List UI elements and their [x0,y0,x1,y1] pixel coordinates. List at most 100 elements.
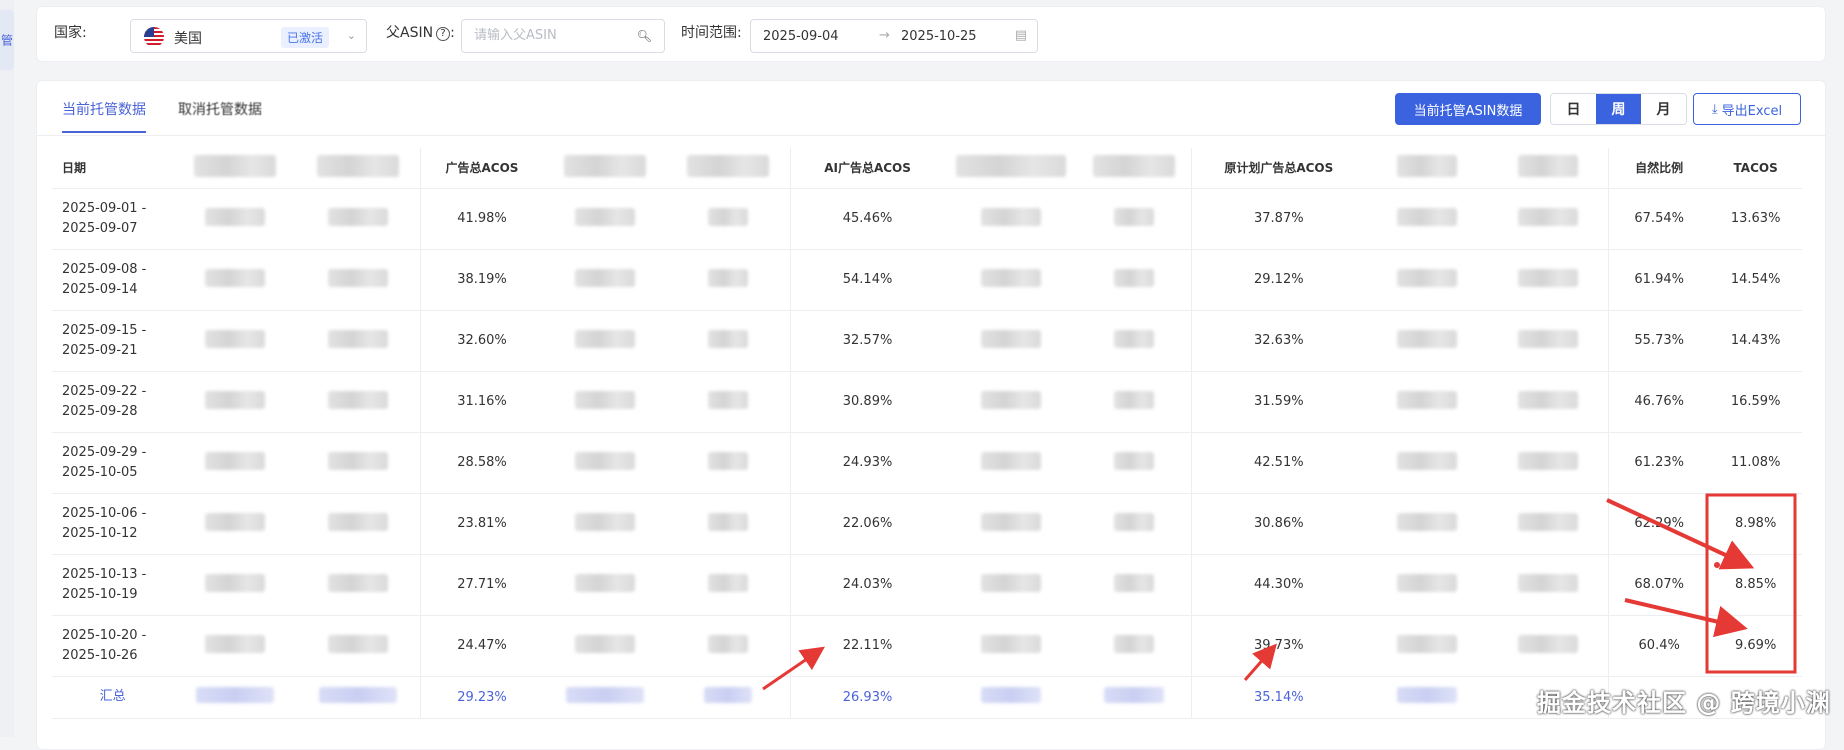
cell-redacted [296,188,421,250]
cell-redacted [944,310,1079,372]
cell-redacted [944,249,1079,311]
country-value: 美国 [174,31,202,47]
cell-redacted [1365,493,1488,555]
cell-ad-acos: 23.81% [419,493,544,555]
redacted-block [575,573,636,592]
cell-natural-ratio: 67.54% [1608,188,1710,250]
cell-ad-acos: 38.19% [419,249,544,311]
parent-asin-input[interactable] [474,28,634,43]
cell-ad-acos: 31.16% [419,371,544,433]
redacted-block [1517,268,1578,287]
cell-redacted [1487,310,1609,372]
header-redacted [1487,148,1609,189]
search-icon[interactable]: 🔍︎ [637,29,652,43]
parent-asin-field[interactable]: 🔍︎ [461,19,665,53]
date-end[interactable]: 2025-10-25 [901,29,977,44]
cell-redacted [296,554,421,616]
redacted-block [205,451,265,470]
cell-redacted [1487,371,1609,433]
calendar-icon[interactable]: ▤ [1015,28,1027,43]
cell-redacted [1078,432,1192,494]
cell-redacted [173,432,297,494]
header-redacted [1078,148,1192,189]
redacted-block [1517,390,1578,409]
sidebar-tab[interactable]: 管 [0,10,14,70]
redacted-block [1114,268,1155,287]
date-start[interactable]: 2025-09-04 [763,29,839,44]
cell-redacted [1365,432,1488,494]
download-icon: ⤓ [1711,101,1718,117]
arrow-right-icon: → [879,28,890,43]
cell-redacted [944,554,1079,616]
cell-redacted [1078,493,1192,555]
weekly-data-table: 日期 广告总ACOS AI广告总ACOS 原计划广告总ACOS 自然比例 TAC… [52,148,1802,719]
cell-redacted [1365,188,1488,250]
period-month-button[interactable]: 月 [1641,94,1686,124]
redacted-block [205,390,265,409]
redacted-block [205,268,265,287]
cell-ad-acos: 27.71% [419,554,544,616]
cell-tacos: 8.98% [1709,493,1802,555]
tab-current-managed[interactable]: 当前托管数据 [62,99,146,133]
cell-redacted [543,188,667,250]
tab-cancelled-managed[interactable]: 取消托管数据 [178,99,262,119]
cell-tacos: 9.69% [1709,615,1802,677]
cell-ad-acos: 41.98% [419,188,544,250]
cell-redacted [1078,554,1192,616]
table-header-row: 日期 广告总ACOS AI广告总ACOS 原计划广告总ACOS 自然比例 TAC… [52,148,1802,189]
cell-redacted [944,676,1079,719]
cell-date: 2025-09-08 - 2025-09-14 [52,249,174,311]
cell-redacted [944,432,1079,494]
table-row: 2025-10-20 - 2025-10-26 24.47% 22.11% 39.73… [52,615,1802,677]
cell-total-orig-acos: 35.14% [1190,676,1366,719]
redacted-block [1517,573,1578,592]
redacted-block [1396,268,1457,287]
redacted-block [575,634,636,653]
redacted-block [981,207,1042,226]
cell-redacted [1365,676,1488,719]
redacted-block [981,268,1042,287]
table-row: 2025-09-01 - 2025-09-07 41.98% 45.46% 37.87… [52,188,1802,250]
cell-ai-acos: 30.89% [789,371,945,433]
period-day-button[interactable]: 日 [1551,94,1596,124]
cell-ad-acos: 32.60% [419,310,544,372]
cell-redacted [1078,371,1192,433]
cell-total-label: 汇总 [52,676,174,719]
redacted-block [708,329,749,348]
country-select[interactable]: 美国 已激活 ⌄ [130,19,367,53]
cell-natural-ratio: 61.94% [1608,249,1710,311]
cell-date: 2025-09-22 - 2025-09-28 [52,371,174,433]
date-range-picker[interactable]: 2025-09-04 → 2025-10-25 ▤ [750,19,1038,53]
redacted-block [196,687,274,703]
cell-redacted [666,554,791,616]
cell-redacted [296,493,421,555]
cell-redacted [173,676,297,719]
table-row: 2025-09-29 - 2025-10-05 28.58% 24.93% 42.51… [52,432,1802,494]
redacted-block [194,155,276,178]
chevron-down-icon: ⌄ [346,29,356,42]
cell-redacted [543,310,667,372]
export-excel-button[interactable]: ⤓ 导出Excel [1693,93,1801,125]
redacted-block [328,512,389,531]
redacted-block [981,451,1042,470]
status-badge: 已激活 [281,27,330,48]
header-redacted [666,148,791,189]
redacted-block [205,512,265,531]
cell-redacted [1078,310,1192,372]
cell-redacted [1487,432,1609,494]
cell-redacted [1365,310,1488,372]
cell-natural-ratio: 60.4% [1608,615,1710,677]
redacted-block [575,390,636,409]
redacted-block [328,390,389,409]
redacted-block [575,512,636,531]
current-asin-data-button[interactable]: 当前托管ASIN数据 [1395,93,1541,125]
export-excel-label: 导出Excel [1721,103,1783,119]
redacted-block [328,207,389,226]
redacted-block [708,207,749,226]
redacted-block [328,634,389,653]
table-row: 2025-10-13 - 2025-10-19 27.71% 24.03% 44.30… [52,554,1802,616]
period-week-button[interactable]: 周 [1596,94,1641,124]
redacted-block [328,451,389,470]
header-tacos: TACOS [1709,148,1802,189]
help-icon[interactable]: ? [436,27,451,41]
